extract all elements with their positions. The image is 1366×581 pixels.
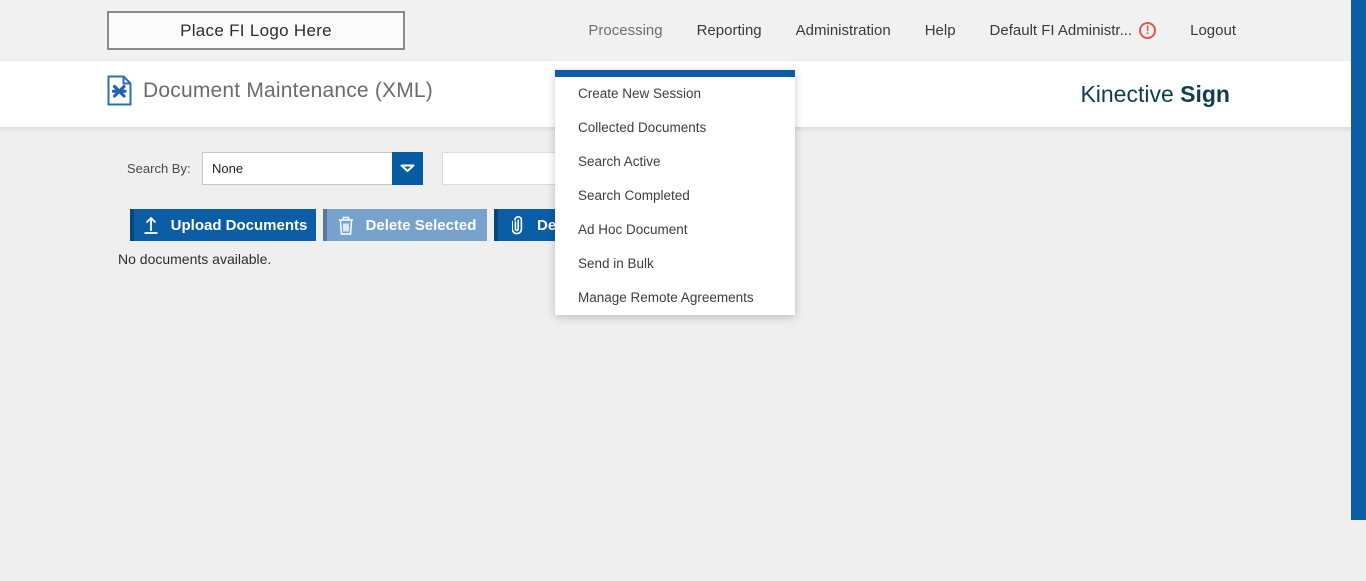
nav-item-logout[interactable]: Logout (1190, 22, 1236, 39)
brand-bold: Sign (1180, 81, 1230, 107)
menu-item-manage-remote-agreements[interactable]: Manage Remote Agreements (555, 281, 795, 315)
menu-item-create-new-session[interactable]: Create New Session (555, 77, 795, 111)
search-by-selected-value: None (212, 161, 243, 176)
top-bar: Place FI Logo Here Processing Reporting … (0, 0, 1366, 61)
menu-item-send-in-bulk[interactable]: Send in Bulk (555, 247, 795, 281)
document-asterisk-icon (107, 75, 132, 106)
user-name-label: Default FI Administr... (990, 22, 1133, 39)
paperclip-icon (512, 215, 525, 235)
nav-item-user[interactable]: Default FI Administr... ! (990, 22, 1157, 39)
chevron-down-icon (400, 164, 415, 173)
page-title-wrap: Document Maintenance (XML) (107, 75, 433, 106)
search-by-select[interactable]: None (202, 152, 423, 185)
menu-item-ad-hoc-document[interactable]: Ad Hoc Document (555, 213, 795, 247)
upload-arrow-icon (143, 216, 159, 234)
nav-item-reporting[interactable]: Reporting (697, 22, 762, 39)
nav-item-administration[interactable]: Administration (796, 22, 891, 39)
brand-logo: Kinective Sign (1080, 81, 1230, 108)
brand-regular: Kinective (1080, 81, 1180, 107)
delete-selected-button[interactable]: Delete Selected (323, 209, 487, 241)
scrollbar-thumb[interactable] (1351, 0, 1366, 520)
fi-logo-text: Place FI Logo Here (180, 21, 332, 41)
menu-item-collected-documents[interactable]: Collected Documents (555, 111, 795, 145)
upload-documents-button[interactable]: Upload Documents (130, 209, 316, 241)
menu-accent-bar (555, 70, 795, 77)
nav-item-help[interactable]: Help (925, 22, 956, 39)
select-dropdown-button[interactable] (392, 152, 423, 185)
delete-selected-label: Delete Selected (366, 217, 477, 234)
menu-item-search-active[interactable]: Search Active (555, 145, 795, 179)
warning-circle-icon: ! (1139, 22, 1156, 39)
page-title: Document Maintenance (XML) (143, 79, 433, 103)
main-nav: Processing Reporting Administration Help… (588, 0, 1236, 61)
trash-icon (338, 216, 354, 235)
search-by-label: Search By: (127, 161, 191, 176)
menu-item-search-completed[interactable]: Search Completed (555, 179, 795, 213)
app-root: Place FI Logo Here Processing Reporting … (0, 0, 1366, 581)
processing-dropdown-menu: Create New Session Collected Documents S… (555, 70, 795, 315)
empty-state-message: No documents available. (118, 251, 271, 267)
nav-item-processing[interactable]: Processing (588, 22, 662, 39)
upload-documents-label: Upload Documents (171, 217, 308, 234)
fi-logo-placeholder: Place FI Logo Here (107, 11, 405, 50)
